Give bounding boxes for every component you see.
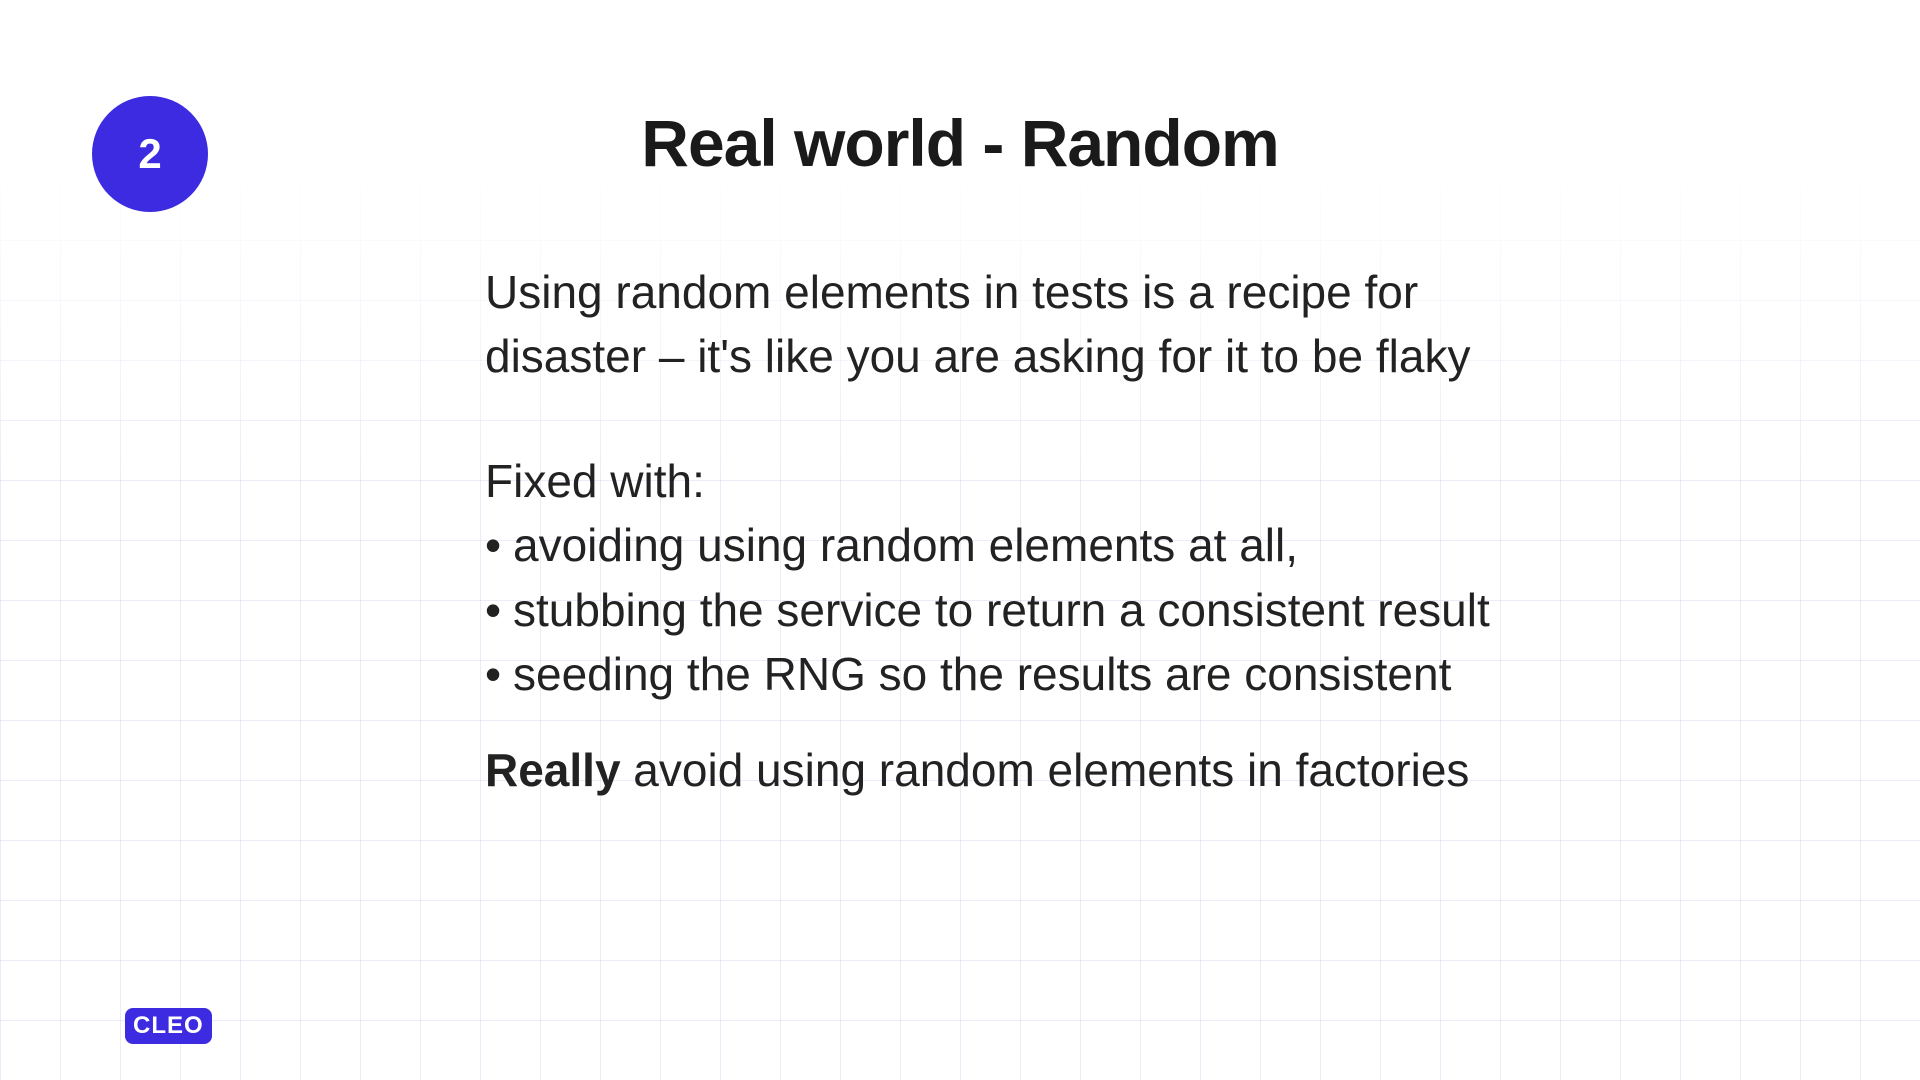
slide-title: Real world - Random — [0, 105, 1920, 181]
list-item: seeding the RNG so the results are consi… — [485, 642, 1565, 706]
slide-content: Using random elements in tests is a reci… — [485, 260, 1565, 803]
conclusion-bold: Really — [485, 744, 621, 796]
fixed-with-label: Fixed with: — [485, 449, 1565, 513]
conclusion-rest: avoid using random elements in factories — [621, 744, 1470, 796]
conclusion-paragraph: Really avoid using random elements in fa… — [485, 738, 1565, 802]
list-item: stubbing the service to return a consist… — [485, 578, 1565, 642]
cleo-logo: CLEO — [125, 1008, 212, 1044]
list-item: avoiding using random elements at all, — [485, 513, 1565, 577]
slide-container: 2 Real world - Random Using random eleme… — [0, 0, 1920, 1080]
intro-paragraph: Using random elements in tests is a reci… — [485, 260, 1565, 389]
bullet-list: avoiding using random elements at all, s… — [485, 513, 1565, 706]
